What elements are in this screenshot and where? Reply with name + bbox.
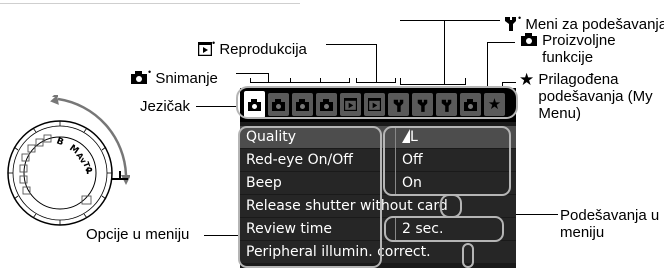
callout-playback: • Reprodukcija bbox=[198, 35, 307, 58]
tab-bar-outline bbox=[236, 86, 518, 119]
callout-menu-settings: • Meni za podešavanja bbox=[503, 10, 664, 33]
callout-tab: Jezičak bbox=[140, 98, 191, 115]
menu-options-outline bbox=[238, 126, 382, 268]
release-shutter-outline bbox=[440, 194, 462, 218]
callout-custom-functions: Proizvoljne funkcije bbox=[520, 32, 642, 66]
dial-mark: P bbox=[86, 167, 93, 177]
top-divider bbox=[0, 3, 300, 4]
callout-shooting: • Snimanje bbox=[130, 64, 218, 87]
review-value-outline bbox=[384, 216, 504, 242]
menu-values-outline bbox=[383, 126, 511, 196]
playback-icon bbox=[198, 42, 212, 56]
camera-icon bbox=[131, 71, 147, 84]
wrench-icon bbox=[505, 17, 516, 31]
star-icon: ★ bbox=[519, 70, 535, 89]
peripheral-outline bbox=[462, 243, 474, 268]
mode-dial[interactable]: B M Av Tv P bbox=[0, 95, 130, 269]
callout-menu-settings-values: Podešavanja u meniju bbox=[560, 207, 660, 241]
callout-my-menu: ★ Prilagođena podešavanja (My Menu) bbox=[519, 70, 653, 122]
camera-icon bbox=[521, 33, 537, 46]
